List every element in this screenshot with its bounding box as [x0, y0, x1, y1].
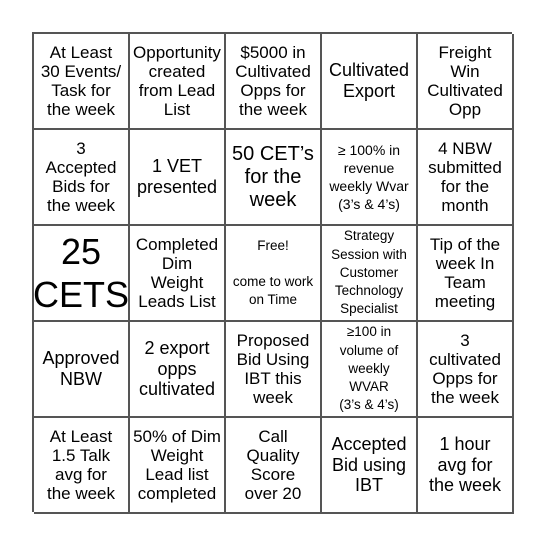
bingo-cell[interactable]: 3 cultivated Opps for the week [418, 322, 514, 418]
bingo-cell[interactable]: ≥100 in volume of weekly WVAR (3’s & 4’s… [322, 322, 418, 418]
bingo-cell[interactable]: 4 NBW submitted for the month [418, 130, 514, 226]
bingo-cell[interactable]: Approved NBW [34, 322, 130, 418]
bingo-cell[interactable]: Opportunity created from Lead List [130, 34, 226, 130]
bingo-cell[interactable]: Proposed Bid Using IBT this week [226, 322, 322, 418]
bingo-cell[interactable]: At Least 1.5 Talk avg for the week [34, 418, 130, 514]
bingo-cell[interactable]: Completed Dim Weight Leads List [130, 226, 226, 322]
bingo-cell[interactable]: 50 CET’s for the week [226, 130, 322, 226]
bingo-cell[interactable]: 1 hour avg for the week [418, 418, 514, 514]
bingo-cell[interactable]: Call Quality Score over 20 [226, 418, 322, 514]
bingo-cell[interactable]: Strategy Session with Customer Technolog… [322, 226, 418, 322]
bingo-cell[interactable]: 1 VET presented [130, 130, 226, 226]
bingo-cell[interactable]: $5000 in Cultivated Opps for the week [226, 34, 322, 130]
bingo-cell[interactable]: Accepted Bid using IBT [322, 418, 418, 514]
bingo-board: At Least 30 Events/ Task for the week Op… [32, 32, 514, 514]
bingo-cell[interactable]: 2 export opps cultivated [130, 322, 226, 418]
bingo-cell[interactable]: Cultivated Export [322, 34, 418, 130]
free-space-cell[interactable]: Free! come to work on Time [226, 226, 322, 322]
bingo-cell[interactable]: 25 CETS [34, 226, 130, 322]
bingo-cell[interactable]: 50% of Dim Weight Lead list completed [130, 418, 226, 514]
bingo-cell[interactable]: 3 Accepted Bids for the week [34, 130, 130, 226]
bingo-cell[interactable]: At Least 30 Events/ Task for the week [34, 34, 130, 130]
bingo-cell[interactable]: Tip of the week In Team meeting [418, 226, 514, 322]
bingo-cell[interactable]: Freight Win Cultivated Opp [418, 34, 514, 130]
bingo-cell[interactable]: ≥ 100% in revenue weekly Wvar (3’s & 4’s… [322, 130, 418, 226]
